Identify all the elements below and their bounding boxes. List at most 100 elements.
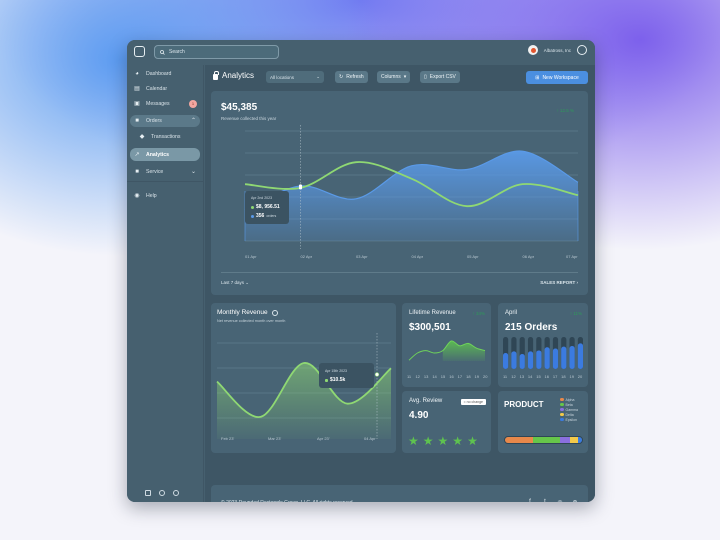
tag-icon: ◆	[139, 134, 145, 140]
sidebar-divider	[127, 181, 204, 182]
org-name: Albatross, Inc	[543, 47, 571, 53]
calendar-icon: ▤	[134, 86, 140, 92]
search-input[interactable]: Search	[154, 45, 279, 59]
lifetime-revenue-card: Lifetime Revenue ↑ 34% $300,501 11 12 13 14…	[402, 303, 491, 387]
star-icon: ★	[452, 434, 464, 448]
github-icon[interactable]: ◎	[557, 499, 563, 502]
org-switcher[interactable]: Albatross, Inc	[527, 45, 587, 55]
location-select[interactable]: All locations ⌄	[266, 71, 324, 83]
x-tick-label: 16	[544, 374, 549, 379]
tooltip-orders-value: 356	[256, 213, 265, 219]
footer: © 2023 Rounded Rectangle Group, LLC. All…	[211, 485, 588, 502]
x-tick-label: 15	[536, 374, 541, 379]
export-csv-button[interactable]: ▯ Export CSV	[420, 71, 460, 83]
sidebar-item-dashboard[interactable]: ◕ Dashboard	[130, 68, 200, 80]
messages-badge: 1	[189, 100, 197, 108]
main-content: Analytics All locations ⌄ ↻ Refresh Colu…	[205, 65, 595, 502]
trending-up-icon: ↗	[134, 151, 140, 158]
x-tick-label: 11	[503, 374, 508, 379]
sidebar-item-label: Orders	[146, 118, 162, 124]
sidebar-item-label: Messages	[146, 101, 170, 107]
x-tick-label: 15	[440, 374, 446, 379]
new-workspace-button[interactable]: ⊞ New Workspace	[526, 71, 588, 84]
sales-report-link[interactable]: SALES REPORT ›	[540, 280, 578, 285]
shopping-bag-icon: ■	[135, 118, 139, 124]
bar	[527, 351, 534, 369]
sidebar-item-orders[interactable]: ■ Orders ⌃	[130, 115, 200, 127]
x-tick-label: 11	[407, 374, 412, 379]
x-tick-label: 06 Apr	[522, 254, 535, 259]
date-range-dropdown[interactable]: Last 7 days ⌄	[221, 280, 249, 286]
sidebar-item-messages[interactable]: ▣ Messages 1	[130, 98, 200, 110]
monthly-revenue-card: Monthly Revenue Net revenue collected mo…	[211, 303, 396, 453]
x-tick-label: 13	[519, 374, 525, 379]
bar	[511, 351, 517, 369]
x-tick-label: Apr 23'	[317, 436, 330, 441]
legend-swatch	[560, 417, 564, 422]
x-tick-label: 07 Apr	[566, 254, 578, 259]
legend-label: Beta	[565, 402, 573, 407]
sales-report-label: SALES REPORT	[540, 280, 576, 285]
sidebar-item-label: Calendar	[146, 86, 168, 92]
globe-icon[interactable]	[159, 490, 165, 496]
caret-down-icon: ▾	[403, 74, 407, 80]
app-logo-icon[interactable]	[134, 46, 145, 57]
grid-icon[interactable]	[145, 490, 151, 496]
pie-chart-icon: ◕	[135, 71, 139, 77]
chevron-down-icon: ⌄	[245, 280, 250, 285]
bar	[569, 345, 575, 369]
tooltip-revenue-value: $8, 956.51	[256, 204, 280, 210]
product-card: PRODUCT Alpha Beta Gamma Delta Epsilon	[498, 391, 588, 453]
legend-item: Epsilon	[560, 417, 578, 422]
star-icon: ★	[437, 434, 449, 448]
star-icon: ★	[408, 434, 419, 448]
card-divider	[221, 272, 578, 273]
legend-swatch	[560, 407, 564, 412]
bar	[544, 347, 550, 369]
sidebar-item-label: Dashboard	[146, 71, 172, 77]
sidebar-item-help[interactable]: ◉ Help	[130, 190, 200, 202]
bar	[577, 343, 583, 369]
monthly-tooltip-value: $10.5k	[325, 377, 345, 383]
product-segment-epsilon	[578, 437, 582, 443]
help-icon: ◉	[134, 193, 140, 199]
sidebar-item-service[interactable]: ■ Service ⌄	[130, 166, 200, 178]
legend-label: Epsilon	[565, 417, 577, 422]
product-segment-gamma	[559, 437, 571, 443]
dribbble-icon[interactable]: ⊛	[572, 499, 578, 502]
legend-swatch	[560, 397, 564, 402]
facebook-icon[interactable]: f	[527, 499, 533, 502]
x-tick-label: 04 Apr	[364, 436, 376, 441]
location-select-value: All locations	[270, 74, 295, 80]
user-avatar-icon[interactable]	[577, 45, 587, 55]
refresh-button[interactable]: ↻ Refresh	[335, 71, 368, 83]
x-tick-label: 18	[466, 374, 471, 379]
rating-stars: ★ ★ ★ ★ ★	[408, 435, 478, 447]
review-change-badge: = no change	[460, 399, 486, 405]
x-tick-label: 19	[569, 374, 574, 379]
product-segment-delta	[570, 437, 579, 443]
x-tick-label: 17	[457, 374, 463, 379]
legend-label: Gamma	[565, 407, 578, 412]
bar	[552, 348, 559, 369]
x-tick-label: 01 Apr	[245, 254, 257, 259]
tooltip-date: Apr 2nd 2023	[251, 196, 273, 200]
sidebar-item-transactions[interactable]: ◆ Transactions	[135, 131, 200, 143]
gear-icon[interactable]	[173, 490, 179, 496]
twitter-icon[interactable]: t	[542, 499, 548, 502]
x-tick-label: 18	[561, 374, 566, 379]
sidebar-item-label: Help	[146, 193, 157, 199]
sidebar-item-calendar[interactable]: ▤ Calendar	[130, 83, 200, 95]
review-value: 4.90	[409, 410, 429, 421]
lock-icon: ■	[135, 169, 139, 175]
chevron-down-icon: ⌄	[190, 169, 196, 175]
revenue-chart-card: $45,385 Revenue collected this year ↑ 12…	[211, 91, 588, 295]
sidebar-item-analytics[interactable]: ↗ Analytics	[130, 148, 200, 161]
sidebar-item-label: Analytics	[146, 151, 170, 158]
avg-review-card: Avg. Review = no change 4.90 ★ ★ ★ ★ ★	[402, 391, 491, 453]
lifetime-area	[442, 340, 485, 361]
columns-button[interactable]: Columns ▾	[377, 71, 411, 83]
inbox-icon: ▣	[134, 101, 140, 107]
x-tick-label: 19	[474, 374, 479, 379]
chevron-right-icon: ›	[576, 280, 579, 285]
